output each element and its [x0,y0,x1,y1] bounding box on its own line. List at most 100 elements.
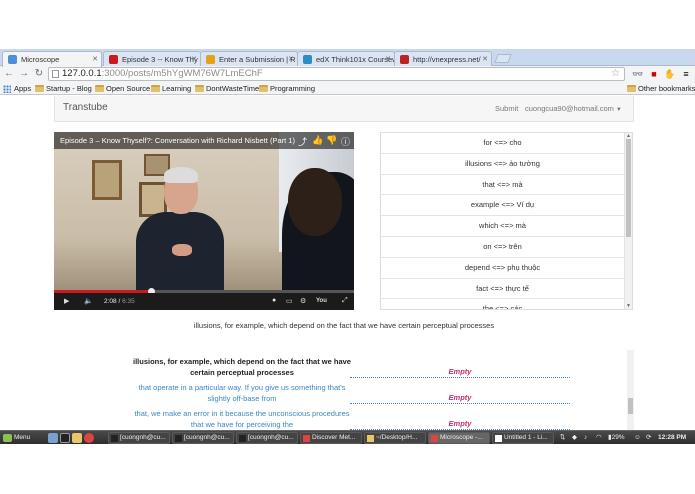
dictionary-item[interactable]: which <=> mà [381,216,624,237]
folder-icon [35,85,44,92]
submit-link[interactable]: Submit [495,104,518,113]
taskbar-task-terminal[interactable]: [cuongnh@cu... [236,432,298,444]
close-tab-icon[interactable]: ✕ [191,55,197,63]
bookmark-label: Other bookmarks [638,84,695,93]
taskbar-task-discover[interactable]: Discover Met... [300,432,362,444]
url-host: 127.0.0.1 [62,68,102,79]
video-title[interactable]: Episode 3 – Know Thyself?: Conversation … [54,132,354,149]
interviewer-head [288,168,342,236]
captions-icon[interactable]: ▭ [286,297,293,305]
scrollbar-thumb[interactable] [628,398,633,414]
dictionary-item[interactable]: fact <=> thực tế [381,279,624,300]
dictionary-item[interactable]: on <=> trên [381,237,624,258]
battery-indicator[interactable]: ▮29% [608,432,625,444]
dictionary-item[interactable]: depend <=> phụ thuộc [381,258,624,279]
annotations-icon[interactable]: ● [272,297,276,304]
bookmark-open-source[interactable]: Open Source [95,83,150,94]
tab-vnexpress[interactable]: http://vnexpress.net/ ✕ [394,51,492,66]
scroll-down-arrow-icon[interactable]: ▼ [625,303,632,309]
bookmark-programming[interactable]: Programming [259,83,315,94]
reload-button[interactable]: ↻ [33,67,45,80]
dictionary-item[interactable]: illusions <=> ảo tưởng [381,154,624,175]
dictionary-item[interactable]: for <=> cho [381,133,624,154]
taskbar-task-libreoffice[interactable]: Untitled 1 - Li... [492,432,554,444]
terminal-launcher-icon[interactable] [60,433,70,443]
youtube-logo-icon[interactable]: You [316,298,327,304]
folder-icon [259,85,268,92]
bookmark-label: Open Source [106,84,151,93]
glasses-extension-icon[interactable]: 👓 [632,68,644,80]
settings-gear-icon[interactable]: ⚙ [300,297,306,305]
taskbar-task-terminal[interactable]: [cuongnh@cu... [172,432,234,444]
menu-icon[interactable]: ≡ [680,68,692,80]
video-player[interactable]: Episode 3 – Know Thyself?: Conversation … [54,132,354,310]
bookmark-learning[interactable]: Learning [151,83,191,94]
tab-label: Microscope [21,55,60,64]
scrollbar-thumb[interactable] [626,139,631,237]
empty-screen-area [0,444,695,494]
sound-icon[interactable]: ♪ [584,432,587,444]
shield-icon[interactable]: ◆ [572,432,577,444]
volume-icon[interactable]: 🔈 [84,297,93,305]
subtitle-source-line: certain perceptual processes [190,368,294,377]
taskbar-task-files[interactable]: ~/Desktop/H... [364,432,426,444]
bookmark-startup-blog[interactable]: Startup - Blog [35,83,92,94]
tab-episode-3[interactable]: Episode 3 -- Know Thy ✕ [103,51,201,66]
brand-logo[interactable]: Transtube [63,102,108,113]
subtitle-source-line: slightly off-base from [207,394,277,403]
subtitle-editor: illusions, for example, which depend on … [54,350,634,430]
dictionary-scrollbar[interactable]: ▲ ▼ [624,133,632,309]
files-launcher-icon[interactable] [72,433,82,443]
subtitle-source-line: that we have for perceiving the [190,420,294,429]
new-tab-button[interactable] [494,54,512,63]
tab-edx-courseware[interactable]: edX Think101x Courseware ✕ [297,51,395,66]
user-icon[interactable]: ☺ [634,432,641,444]
close-tab-icon[interactable]: ✕ [288,55,294,63]
address-bar[interactable]: 127.0.0.1:3000/posts/m5hYgWM76W7LmEChF ☆ [48,67,625,81]
subtitle-scrollbar[interactable] [627,350,634,430]
start-menu-button[interactable]: Menu [2,432,30,444]
network-icon[interactable]: ⇅ [560,432,565,444]
vnexpress-favicon-icon [400,55,409,64]
close-tab-icon[interactable]: ✕ [482,55,488,63]
video-controls: ▶ 🔈 2:08 / 6:35 ● ▭ ⚙ You ⤢ [54,293,354,310]
back-button[interactable]: ← [3,67,15,80]
subtitle-source-line: that operate in a particular way. If you… [138,383,346,392]
translation-field[interactable]: Empty [350,419,570,428]
update-icon[interactable]: ⟳ [646,432,651,444]
clock[interactable]: 12:28 PM [658,432,686,444]
wifi-icon[interactable]: ◠ [596,432,602,444]
bookmark-apps[interactable]: Apps [3,83,31,94]
dictionary-item[interactable]: example <=> Ví dụ [381,195,624,217]
forward-button[interactable]: → [18,67,30,80]
dictionary-item[interactable]: the <=> các [381,299,624,309]
translation-field[interactable]: Empty [350,393,570,402]
bookmark-star-icon[interactable]: ☆ [611,68,620,80]
subtitle-source-line: illusions, for example, which depend on … [133,357,351,366]
show-desktop-icon[interactable] [48,433,58,443]
dictionary-item[interactable]: that <=> mà [381,175,624,196]
edx-favicon-icon [303,55,312,64]
thumbs-down-icon[interactable]: 👎 [326,135,337,146]
thumbs-up-icon[interactable]: 👍 [312,135,323,146]
taskbar-task-microscope[interactable]: Microscope -... [428,432,490,444]
user-dropdown[interactable]: cuongcua90@hotmail.com ▼ [525,104,622,113]
word-dictionary-list[interactable]: for <=> cho illusions <=> ảo tưởng that … [380,132,633,310]
hand-extension-icon[interactable]: ✋ [664,68,676,80]
translation-field[interactable]: Empty [350,367,570,376]
tab-microscope[interactable]: Microscope ✕ [2,51,102,67]
close-tab-icon[interactable]: ✕ [385,55,391,63]
tab-enter-submission[interactable]: Enter a Submission | R ✕ [200,51,298,66]
taskbar-task-terminal[interactable]: [cuongnh@cu... [108,432,170,444]
close-tab-icon[interactable]: ✕ [92,55,98,63]
fullscreen-icon[interactable]: ⤢ [342,297,348,305]
share-icon[interactable]: ⤴ [298,135,307,148]
duration: 6:35 [122,298,135,305]
youtube-favicon-icon [109,55,118,64]
bookmark-dontwastetime[interactable]: DontWasteTime [195,83,259,94]
chrome-launcher-icon[interactable] [84,433,94,443]
bookmark-other[interactable]: Other bookmarks [627,83,695,94]
info-icon[interactable]: ⓘ [341,135,350,148]
play-icon[interactable]: ▶ [64,297,69,305]
adblock-extension-icon[interactable]: ■ [648,68,660,80]
